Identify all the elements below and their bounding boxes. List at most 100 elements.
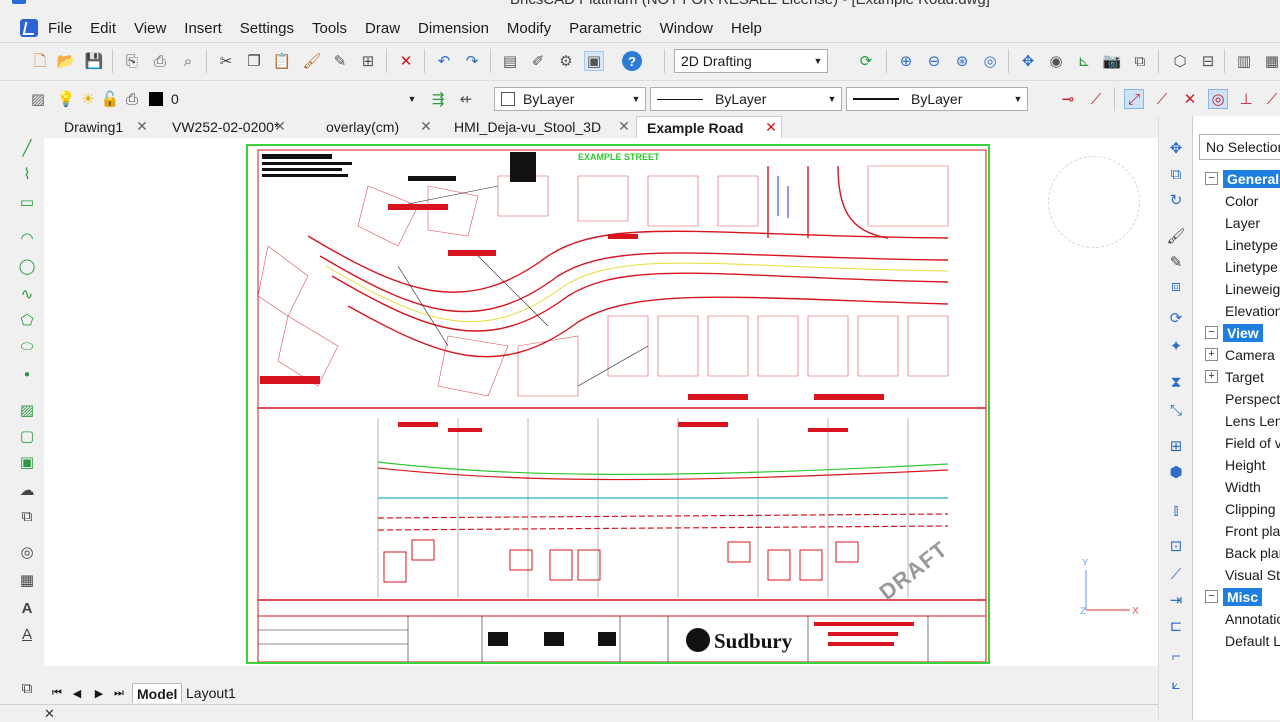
mtext-icon[interactable]: A xyxy=(17,624,37,644)
block-icon[interactable]: ⊞ xyxy=(358,51,378,71)
zoom-window-icon[interactable]: ⊛ xyxy=(952,51,972,71)
copy-icon[interactable]: ⧉ xyxy=(1166,164,1186,184)
chamfer-icon[interactable]: ⟀ xyxy=(1166,674,1186,694)
tab-drawing1[interactable]: Drawing1 ✕ xyxy=(44,116,152,138)
menu-edit[interactable]: Edit xyxy=(90,20,128,37)
menu-insert[interactable]: Insert xyxy=(184,20,234,37)
align-icon[interactable]: ⫾ xyxy=(1166,500,1186,520)
close-icon[interactable]: ✕ xyxy=(763,119,779,135)
paste-icon[interactable]: 📋 xyxy=(272,51,292,71)
prop-visual-style[interactable]: Visual Sty xyxy=(1193,564,1280,586)
fillet-icon[interactable]: ⌐ xyxy=(1166,646,1186,666)
cut-icon[interactable]: ✂ xyxy=(216,51,236,71)
prop-width[interactable]: Width xyxy=(1193,476,1280,498)
open-icon[interactable]: 📂 xyxy=(56,51,76,71)
prop-camera[interactable]: + Camera xyxy=(1193,344,1280,366)
make-current-icon[interactable]: ⇶ xyxy=(428,89,448,109)
offset-icon[interactable]: ⧈ xyxy=(1166,276,1186,296)
prop-lineweight[interactable]: Lineweigh xyxy=(1193,278,1280,300)
menu-window[interactable]: Window xyxy=(660,20,725,37)
expand-toggle[interactable]: + xyxy=(1205,370,1218,383)
category-misc[interactable]: − Misc xyxy=(1193,586,1280,608)
prop-default-lighting[interactable]: Default Li xyxy=(1193,630,1280,652)
lineweight-dropdown[interactable]: ByLayer ▼ xyxy=(846,87,1028,111)
regen-icon[interactable]: ⟳ xyxy=(856,51,876,71)
tab-example-road[interactable]: Example Road ✕ xyxy=(636,116,782,138)
tab-vw252[interactable]: VW252-02-0200* ✕ xyxy=(152,116,290,138)
table-icon[interactable]: ▦ xyxy=(17,570,37,590)
sun-icon[interactable]: ☀ xyxy=(78,89,98,109)
render-icon[interactable]: ⧉ xyxy=(1130,51,1150,71)
snap-center-icon[interactable]: ◎ xyxy=(1208,89,1228,109)
help-icon[interactable]: ? xyxy=(622,51,642,71)
category-view[interactable]: − View xyxy=(1193,322,1280,344)
scale-icon[interactable]: ⤡ xyxy=(1166,400,1186,420)
tile-icon[interactable]: ▥ xyxy=(1234,51,1254,71)
command-line[interactable]: ✕ xyxy=(0,704,1158,721)
copy-icon[interactable]: ❐ xyxy=(244,51,264,71)
camera-icon[interactable]: 📷 xyxy=(1102,51,1122,71)
layer-manager-icon[interactable]: ▨ xyxy=(28,89,48,109)
category-general[interactable]: − General xyxy=(1193,168,1280,190)
close-icon[interactable]: ✕ xyxy=(616,118,632,134)
print-icon[interactable]: ⎙ xyxy=(150,51,170,71)
prop-perspective[interactable]: Perspectiv xyxy=(1193,388,1280,410)
snap-midpoint-icon[interactable]: ⟋ xyxy=(1086,89,1106,109)
snap-nearest-icon[interactable]: ⤢ xyxy=(1124,89,1144,109)
expand-toggle[interactable]: + xyxy=(1205,348,1218,361)
bulb-icon[interactable]: 💡 xyxy=(56,89,76,109)
prev-layout-icon[interactable]: ◀ xyxy=(68,684,86,702)
donut-icon[interactable]: ◎ xyxy=(17,542,37,562)
snap-tangent-icon[interactable]: ⟋ xyxy=(1152,89,1172,109)
rotate-object-icon[interactable]: ⟳ xyxy=(1166,308,1186,328)
prop-annotative[interactable]: Annotatio xyxy=(1193,608,1280,630)
prop-height[interactable]: Height xyxy=(1193,454,1280,476)
menu-view[interactable]: View xyxy=(134,20,178,37)
tab-model[interactable]: Model xyxy=(132,683,183,703)
3d-box-icon[interactable]: ⬢ xyxy=(1166,462,1186,482)
snap-quadrant-icon[interactable]: ⟋ xyxy=(1262,89,1280,109)
prop-linetype[interactable]: Linetype xyxy=(1193,234,1280,256)
menu-file[interactable]: File xyxy=(48,20,84,37)
extend-icon[interactable]: ⇥ xyxy=(1166,590,1186,610)
prop-elevation[interactable]: Elevation xyxy=(1193,300,1280,322)
settings-icon[interactable]: ⚙ xyxy=(556,51,576,71)
tab-layout1[interactable]: Layout1 xyxy=(182,683,240,703)
trim-icon[interactable]: ⟋ xyxy=(1166,564,1186,584)
collapse-toggle[interactable]: − xyxy=(1205,590,1218,603)
3d-view-icon[interactable]: ⬡ xyxy=(1170,51,1190,71)
polyline-icon[interactable]: ⌇ xyxy=(17,164,37,184)
prop-target[interactable]: + Target xyxy=(1193,366,1280,388)
rectangle-icon[interactable]: ▭ xyxy=(17,192,37,212)
prop-clipping[interactable]: Clipping xyxy=(1193,498,1280,520)
hatch-icon[interactable]: ▨ xyxy=(17,400,37,420)
drawing-explorer-icon[interactable]: ▣ xyxy=(584,51,604,71)
menu-tools[interactable]: Tools xyxy=(312,20,359,37)
workspace-dropdown[interactable]: 2D Drafting ▼ xyxy=(674,49,828,73)
prop-back-plane[interactable]: Back plan xyxy=(1193,542,1280,564)
collapse-toggle[interactable]: − xyxy=(1205,172,1218,185)
stretch-icon[interactable]: ⊡ xyxy=(1166,536,1186,556)
circle-icon[interactable]: ◯ xyxy=(17,256,37,276)
polygon-icon[interactable]: ⬠ xyxy=(17,310,37,330)
last-layout-icon[interactable]: ⏭ xyxy=(110,684,128,702)
prop-layer[interactable]: Layer xyxy=(1193,212,1280,234)
previous-layer-icon[interactable]: ⇷ xyxy=(456,89,476,109)
pan-icon[interactable]: ✥ xyxy=(1018,51,1038,71)
zoom-out-icon[interactable]: ⊖ xyxy=(924,51,944,71)
lock-icon[interactable]: 🔓 xyxy=(100,89,120,109)
save-icon[interactable]: 💾 xyxy=(84,51,104,71)
move-icon[interactable]: ✥ xyxy=(1166,138,1186,158)
grid-array-icon[interactable]: ⊞ xyxy=(1166,436,1186,456)
prop-color[interactable]: Color xyxy=(1193,190,1280,212)
ellipse-icon[interactable]: ⬭ xyxy=(17,336,37,356)
tab-overlay[interactable]: overlay(cm) ✕ xyxy=(306,116,436,138)
save-as-icon[interactable]: ⎘ xyxy=(122,51,142,71)
first-layout-icon[interactable]: ⏮ xyxy=(48,684,66,702)
drawing-canvas[interactable]: EXAMPLE STREET Sudbury DRAFT Y X Z xyxy=(44,138,1158,666)
snap-endpoint-icon[interactable]: ⊸ xyxy=(1058,89,1078,109)
menu-dimension[interactable]: Dimension xyxy=(418,20,501,37)
mirror-icon[interactable]: ⧗ xyxy=(1166,372,1186,392)
color-dropdown[interactable]: ByLayer ▼ xyxy=(494,87,646,111)
layer-dropdown[interactable]: 0 ▼ xyxy=(164,87,422,111)
